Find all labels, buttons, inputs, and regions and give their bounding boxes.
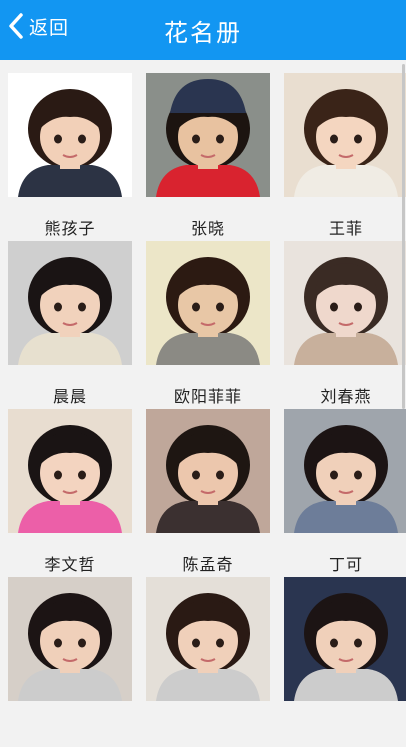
child-photo (8, 73, 132, 197)
roster-item[interactable]: 陈孟奇 (146, 409, 270, 579)
child-photo (146, 577, 270, 701)
child-name: 欧阳菲菲 (173, 387, 242, 406)
roster-grid: 熊孩子 张晓 王菲晨晨 欧阳菲菲 刘春燕李文哲 陈孟奇 丁可 (0, 60, 406, 701)
page-title: 花名册 (164, 19, 242, 47)
roster-item[interactable] (8, 577, 132, 747)
roster-item[interactable]: 熊孩子 (8, 73, 132, 243)
child-photo (8, 409, 132, 533)
child-name: 王菲 (328, 219, 363, 238)
child-photo (8, 241, 132, 365)
child-photo (284, 241, 406, 365)
child-name: 丁可 (328, 555, 363, 574)
child-name: 熊孩子 (44, 219, 96, 238)
child-photo (146, 241, 270, 365)
roster-item[interactable]: 丁可 (284, 409, 406, 579)
child-photo (146, 73, 270, 197)
child-photo (146, 409, 270, 533)
roster-item[interactable]: 李文哲 (8, 409, 132, 579)
roster-item[interactable] (146, 577, 270, 747)
child-name: 陈孟奇 (182, 555, 234, 574)
child-name: 李文哲 (44, 555, 96, 574)
child-photo (284, 73, 406, 197)
child-photo (284, 409, 406, 533)
child-name: 张晓 (190, 219, 225, 238)
child-name: 刘春燕 (320, 387, 372, 406)
child-photo (284, 577, 406, 701)
child-name: 晨晨 (52, 387, 87, 406)
roster-item[interactable]: 王菲 (284, 73, 406, 243)
roster-item[interactable] (284, 577, 406, 747)
top-bar: 返回 花名册 (0, 0, 406, 60)
roster-item[interactable]: 晨晨 (8, 241, 132, 411)
roster-item[interactable]: 张晓 (146, 73, 270, 243)
roster-item[interactable]: 欧阳菲菲 (146, 241, 270, 411)
roster-item[interactable]: 刘春燕 (284, 241, 406, 411)
child-photo (8, 577, 132, 701)
scrollbar[interactable] (402, 64, 405, 409)
